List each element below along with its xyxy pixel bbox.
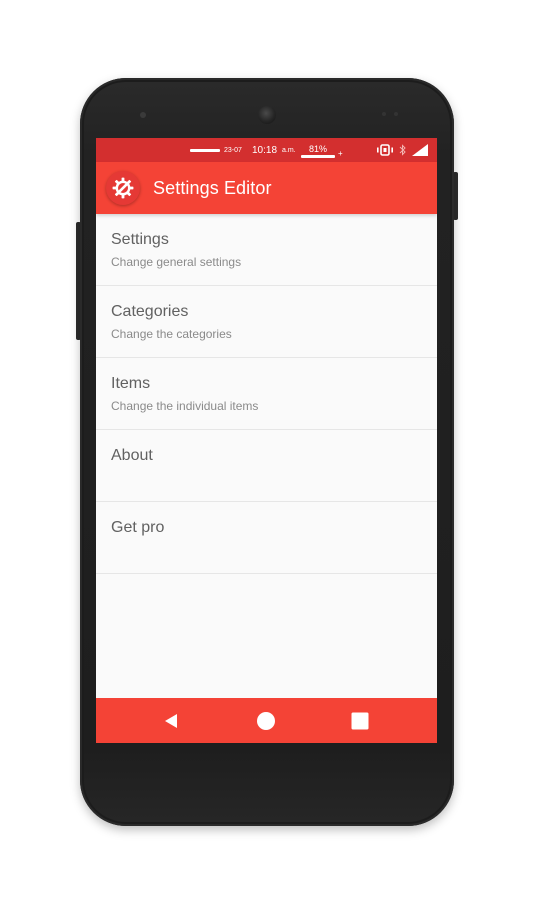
- bluetooth-icon: [399, 138, 407, 162]
- menu-item-subtitle: Change general settings: [111, 255, 242, 269]
- settings-menu: Settings Change general settings Categor…: [96, 214, 437, 574]
- back-icon: [165, 713, 177, 728]
- menu-item-title: About: [111, 447, 153, 464]
- front-camera: [258, 106, 276, 124]
- battery-bar: [301, 155, 335, 158]
- menu-item-title: Categories: [111, 303, 189, 320]
- status-indicator: [190, 138, 220, 162]
- app-title: Settings Editor: [153, 178, 272, 198]
- status-time: 10:18: [252, 144, 278, 156]
- menu-item-get-pro[interactable]: Get pro: [96, 502, 437, 574]
- charging-mark: +: [338, 148, 343, 158]
- home-button[interactable]: [236, 698, 296, 743]
- home-icon: [257, 711, 275, 730]
- menu-item-subtitle: Change the categories: [111, 327, 232, 341]
- back-button[interactable]: [141, 698, 201, 743]
- gear-icon: [106, 171, 140, 205]
- status-bar: 23-07 10:18 a.m. 81% +: [96, 138, 437, 162]
- menu-item-title: Settings: [111, 231, 169, 248]
- app-bar: Settings Editor: [96, 162, 437, 214]
- status-ampm: a.m.: [282, 146, 296, 154]
- battery-indicator: 81%: [301, 138, 335, 163]
- proximity-sensor: [140, 112, 146, 118]
- menu-item-title: Items: [111, 375, 151, 392]
- product-showcase: 23-07 10:18 a.m. 81% + Settings Editor S…: [0, 0, 533, 900]
- menu-item-items[interactable]: Items Change the individual items: [96, 358, 437, 430]
- menu-item-title: Get pro: [111, 519, 165, 536]
- recents-button[interactable]: [330, 698, 390, 743]
- menu-item-categories[interactable]: Categories Change the categories: [96, 286, 437, 358]
- status-date: 23-07: [224, 146, 242, 154]
- system-nav-bar: [96, 698, 437, 743]
- menu-item-settings[interactable]: Settings Change general settings: [96, 214, 437, 286]
- menu-item-about[interactable]: About: [96, 430, 437, 502]
- recents-icon: [351, 712, 369, 729]
- phone-screen: 23-07 10:18 a.m. 81% + Settings Editor S…: [96, 138, 437, 743]
- vibrate-icon: [376, 138, 394, 162]
- speaker-grille: [382, 112, 398, 116]
- menu-item-subtitle: Change the individual items: [111, 399, 259, 413]
- battery-percent: 81%: [309, 144, 328, 154]
- signal-icon: [411, 138, 429, 162]
